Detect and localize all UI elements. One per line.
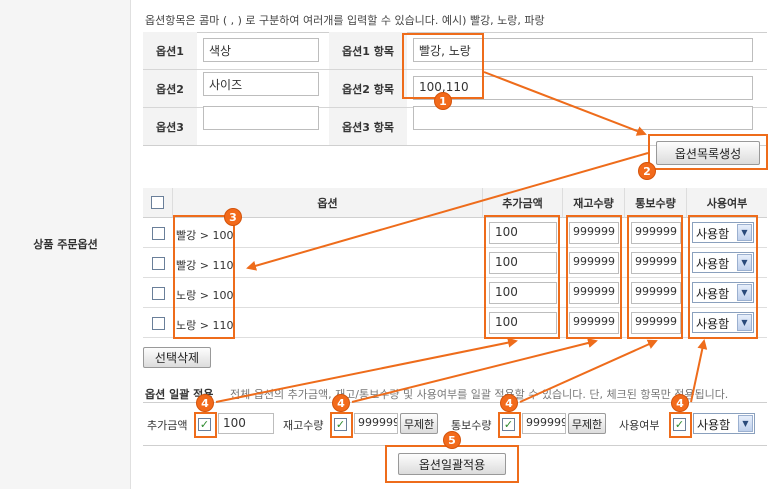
option-items-label: 옵션2 항목 [329,70,407,107]
bulk-notify-input[interactable]: 999999 [522,413,566,434]
step-badge-1: 1 [434,92,452,110]
grid-header-checkbox-cell [143,188,173,218]
grid-header-option: 옵션 [173,188,483,218]
highlight-option-names [173,215,235,339]
step-badge-4-extra: 4 [196,394,214,412]
step-badge-4-use: 4 [671,394,689,412]
row-checkbox[interactable] [152,227,165,240]
highlight-bulk-notify-checkbox [498,412,521,438]
select-all-checkbox[interactable] [151,196,164,209]
option-items-label: 옵션1 항목 [329,32,407,69]
highlight-bulk-stock-checkbox [330,412,353,438]
grid-header-notify-qty: 통보수량 [625,188,687,218]
bulk-use-value: 사용함 [697,418,731,432]
bulk-extra-price-label: 추가금액 [147,419,188,432]
bulk-stock-unlimited-button[interactable]: 무제한 [400,413,438,434]
grid-header-use: 사용여부 [687,188,767,218]
option-label: 옵션3 [143,108,197,145]
highlight-option2-items [402,33,484,99]
step-badge-4-stock: 4 [332,394,350,412]
delete-selected-button[interactable]: 선택삭제 [143,347,211,368]
bulk-notify-unlimited-button[interactable]: 무제한 [568,413,606,434]
highlight-bulk-use-checkbox [669,412,692,438]
step-badge-3: 3 [224,208,242,226]
grid-header-extra-price: 추가금액 [483,188,563,218]
chevron-down-icon: ▼ [738,415,753,432]
step-badge-2: 2 [638,162,656,180]
row-checkbox[interactable] [152,257,165,270]
option-label: 옵션1 [143,32,197,69]
bulk-use-label: 사용여부 [619,419,660,432]
highlight-generate-button [648,134,768,170]
bulk-stock-input[interactable]: 999999 [354,413,398,434]
option-name-input[interactable] [203,106,319,130]
highlight-bulk-apply-button [385,445,519,483]
row-checkbox[interactable] [152,317,165,330]
option-input-note: 옵션항목은 콤마 ( , ) 로 구분하여 여러개를 입력할 수 있습니다. 예… [145,14,545,27]
option-items-label: 옵션3 항목 [329,108,407,145]
step-badge-5: 5 [443,431,461,449]
grid-header-stock-qty: 재고수량 [563,188,625,218]
bulk-extra-price-input[interactable]: 100 [218,413,274,434]
highlight-stock-column [566,215,622,339]
bulk-use-select[interactable]: 사용함 ▼ [693,413,755,434]
highlight-notify-column [627,215,683,339]
bulk-notify-label: 통보수량 [451,419,492,432]
option-label: 옵션2 [143,70,197,107]
highlight-use-column [688,215,758,339]
option-name-input[interactable]: 색상 [203,38,319,62]
section-label: 상품 주문옵션 [33,238,98,251]
row-checkbox[interactable] [152,287,165,300]
highlight-bulk-extra-checkbox [194,412,217,438]
bulk-stock-label: 재고수량 [283,419,324,432]
highlight-extra-price-column [484,215,560,339]
step-badge-4-notify: 4 [500,394,518,412]
option-items-input[interactable] [413,106,753,130]
bulk-apply-description: 전체 옵션의 추가금액, 재고/통보수량 및 사용여부를 일괄 적용할 수 있습… [230,388,729,401]
option-name-input[interactable]: 사이즈 [203,72,319,96]
